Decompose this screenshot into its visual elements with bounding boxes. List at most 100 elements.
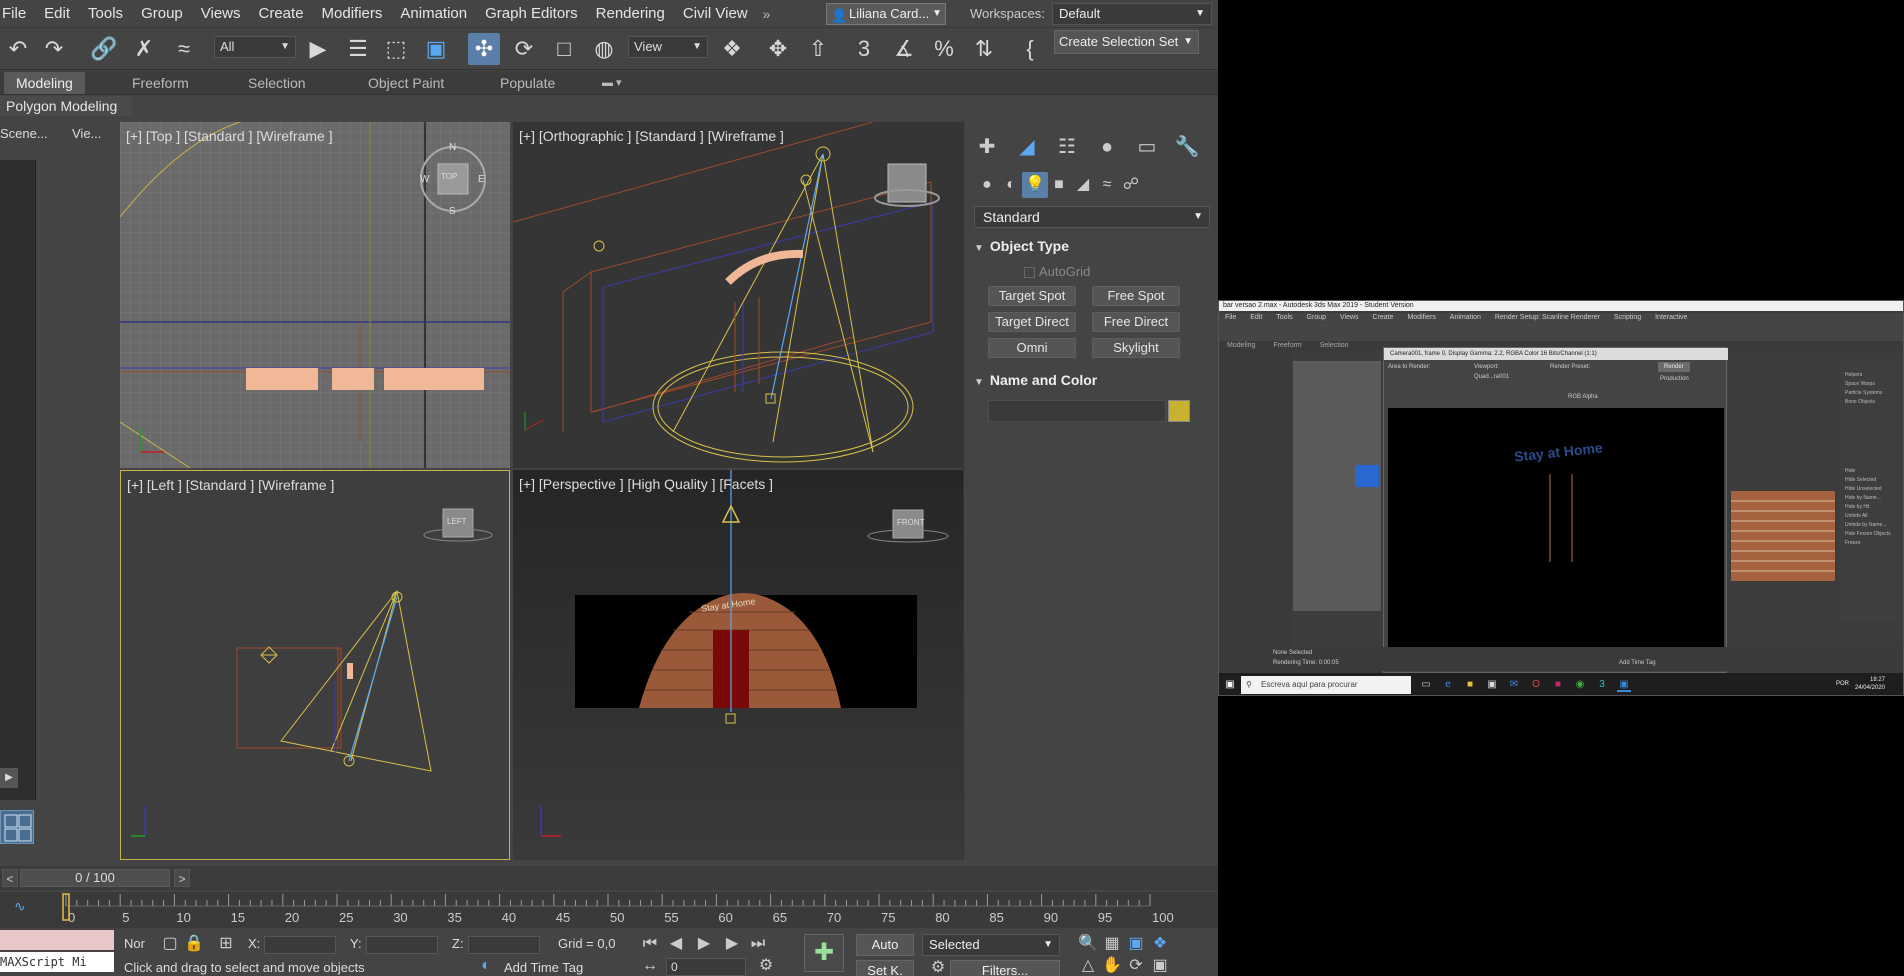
angle-snap-icon[interactable]: ∡ bbox=[888, 33, 920, 65]
helpers-icon[interactable]: ◢ bbox=[1070, 172, 1096, 198]
free-spot-button[interactable]: Free Spot bbox=[1092, 286, 1180, 306]
menu-create[interactable]: Create bbox=[250, 0, 313, 28]
omni-button[interactable]: Omni bbox=[988, 338, 1076, 358]
previous-frame-icon[interactable]: ◀ bbox=[666, 934, 686, 954]
menu-modifiers[interactable]: Modifiers bbox=[313, 0, 392, 28]
time-next-button[interactable]: > bbox=[174, 869, 190, 887]
align-icon[interactable]: ⇧ bbox=[802, 33, 834, 65]
unlink-icon[interactable]: ✗ bbox=[128, 33, 160, 65]
create-tab-icon[interactable]: ✚ bbox=[974, 134, 1000, 160]
pan-view-icon[interactable]: ✋ bbox=[1102, 956, 1122, 976]
lights-icon[interactable]: 💡 bbox=[1022, 172, 1048, 198]
select-by-name-icon[interactable]: ☰ bbox=[342, 33, 374, 65]
tab-scene-explorer[interactable]: Scene... bbox=[0, 126, 48, 141]
reference-coordinate-dropdown[interactable]: View ▼ bbox=[628, 36, 708, 58]
place-icon[interactable]: ◍ bbox=[588, 33, 620, 65]
skylight-button[interactable]: Skylight bbox=[1092, 338, 1180, 358]
window-crossing-icon[interactable]: ▣ bbox=[420, 33, 452, 65]
orbit-icon[interactable]: ⟳ bbox=[1126, 956, 1146, 976]
object-name-field[interactable] bbox=[988, 400, 1166, 422]
menu-civil-view[interactable]: Civil View bbox=[674, 0, 757, 28]
menu-tools[interactable]: Tools bbox=[79, 0, 132, 28]
viewport-top[interactable]: [+] [Top ] [Standard ] [Wireframe ] TOP … bbox=[120, 122, 510, 468]
object-type-rollout[interactable]: ▼ Object Type bbox=[974, 236, 1210, 256]
absolute-mode-icon[interactable]: ⊞ bbox=[216, 934, 236, 954]
play-icon[interactable]: ▶ bbox=[694, 934, 714, 954]
time-tag-icon[interactable]: ◐ bbox=[476, 956, 496, 976]
viewport-orthographic-label[interactable]: [+] [Orthographic ] [Standard ] [Wirefra… bbox=[519, 128, 784, 144]
y-coordinate-field[interactable] bbox=[366, 936, 438, 954]
viewport-left-label[interactable]: [+] [Left ] [Standard ] [Wireframe ] bbox=[127, 477, 334, 493]
systems-icon[interactable]: ☍ bbox=[1118, 172, 1144, 198]
motion-tab-icon[interactable]: ● bbox=[1094, 134, 1120, 160]
time-prev-button[interactable]: < bbox=[2, 869, 18, 887]
tab-populate[interactable]: Populate bbox=[488, 72, 567, 94]
link-icon[interactable]: 🔗 bbox=[88, 33, 120, 65]
target-spot-button[interactable]: Target Spot bbox=[988, 286, 1076, 306]
target-direct-button[interactable]: Target Direct bbox=[988, 312, 1076, 332]
go-to-start-icon[interactable]: ⏮ bbox=[640, 934, 660, 954]
field-of-view-icon[interactable]: △ bbox=[1078, 956, 1098, 976]
spinner-snap-icon[interactable]: ⇅ bbox=[968, 33, 1000, 65]
isolate-selection-icon[interactable]: ▢ bbox=[160, 934, 180, 954]
x-coordinate-field[interactable] bbox=[264, 936, 336, 954]
tab-freeform[interactable]: Freeform bbox=[120, 72, 201, 94]
display-tab-icon[interactable]: ▭ bbox=[1134, 134, 1160, 160]
rectangle-selection-icon[interactable]: ⬚ bbox=[380, 33, 412, 65]
select-object-icon[interactable]: ▶ bbox=[302, 33, 334, 65]
maximize-viewport-icon[interactable]: ▣ bbox=[1150, 956, 1170, 976]
autogrid-checkbox[interactable]: AutoGrid bbox=[1024, 264, 1090, 279]
create-selection-set-dropdown[interactable]: Create Selection Set ▼ bbox=[1054, 30, 1199, 54]
snap-3d-icon[interactable]: 3 bbox=[848, 33, 880, 65]
menu-rendering[interactable]: Rendering bbox=[587, 0, 674, 28]
viewport-orthographic[interactable]: [+] [Orthographic ] [Standard ] [Wirefra… bbox=[513, 122, 963, 468]
viewport-perspective[interactable]: [+] [Perspective ] [High Quality ] [Face… bbox=[513, 470, 963, 860]
select-move-icon[interactable]: ✣ bbox=[468, 33, 500, 65]
tab-modeling[interactable]: Modeling bbox=[4, 72, 85, 94]
shapes-icon[interactable]: ◐ bbox=[998, 172, 1024, 198]
z-coordinate-field[interactable] bbox=[468, 936, 540, 954]
pivot-icon[interactable]: ❖ bbox=[716, 33, 748, 65]
viewport-top-label[interactable]: [+] [Top ] [Standard ] [Wireframe ] bbox=[126, 128, 333, 144]
menu-animation[interactable]: Animation bbox=[391, 0, 476, 28]
key-mode-icon[interactable]: ↔ bbox=[640, 956, 660, 976]
select-rotate-icon[interactable]: ⟳ bbox=[508, 33, 540, 65]
workspaces-dropdown[interactable]: Default ▼ bbox=[1052, 3, 1212, 25]
name-and-color-rollout[interactable]: ▼ Name and Color bbox=[974, 370, 1210, 390]
expand-arrow-icon[interactable]: ▶ bbox=[0, 768, 18, 788]
user-account-dropdown[interactable]: 👤 Liliana Card... ▼ bbox=[826, 3, 946, 25]
track-bar[interactable]: ∿ 0 5 10 15 20 25 30 35 40 45 50 55 60 65 70 75 80 85 90 95… bbox=[0, 892, 1218, 928]
undo-icon[interactable]: ↶ bbox=[2, 33, 34, 65]
menu-overflow-icon[interactable]: » bbox=[763, 6, 771, 22]
selection-filter-dropdown[interactable]: All ▼ bbox=[214, 36, 296, 58]
viewport-perspective-label[interactable]: [+] [Perspective ] [High Quality ] [Face… bbox=[519, 476, 773, 492]
key-filters-button[interactable]: Filters... bbox=[950, 960, 1060, 976]
ribbon-options-icon[interactable]: ▬ ▾ bbox=[590, 72, 634, 94]
menu-file[interactable]: File bbox=[0, 0, 35, 28]
percent-snap-icon[interactable]: % bbox=[928, 33, 960, 65]
zoom-extents-all-icon[interactable]: ❖ bbox=[1150, 934, 1170, 954]
menu-graph-editors[interactable]: Graph Editors bbox=[476, 0, 587, 28]
utilities-tab-icon[interactable]: 🔧 bbox=[1174, 134, 1200, 160]
viewport-layout-icon[interactable] bbox=[0, 810, 34, 844]
zoom-extents-icon[interactable]: ▣ bbox=[1126, 934, 1146, 954]
hierarchy-tab-icon[interactable]: ☷ bbox=[1054, 134, 1080, 160]
go-to-end-icon[interactable]: ⏭ bbox=[748, 934, 768, 954]
menu-views[interactable]: Views bbox=[192, 0, 250, 28]
menu-edit[interactable]: Edit bbox=[35, 0, 79, 28]
redo-icon[interactable]: ↷ bbox=[38, 33, 70, 65]
modify-tab-icon[interactable]: ◢ bbox=[1014, 134, 1040, 160]
tab-viewport-layouts[interactable]: Vie... bbox=[72, 126, 101, 141]
set-key-button[interactable]: Set K. bbox=[856, 960, 914, 976]
set-key-icon[interactable]: ✚ bbox=[804, 934, 844, 972]
tab-selection[interactable]: Selection bbox=[236, 72, 318, 94]
time-configuration-icon[interactable]: ⚙ bbox=[756, 956, 776, 976]
key-tangent-icon[interactable]: ⚙ bbox=[928, 958, 948, 976]
mirror-icon[interactable]: ✥ bbox=[762, 33, 794, 65]
zoom-all-icon[interactable]: ▦ bbox=[1102, 934, 1122, 954]
add-time-tag-label[interactable]: Add Time Tag bbox=[504, 960, 583, 975]
selection-lock-icon[interactable]: 🔒 bbox=[184, 934, 204, 954]
light-type-dropdown[interactable]: Standard ▼ bbox=[974, 206, 1210, 228]
curve-editor-icon[interactable]: ∿ bbox=[14, 898, 26, 915]
edit-named-selection-icon[interactable]: { bbox=[1014, 33, 1046, 65]
